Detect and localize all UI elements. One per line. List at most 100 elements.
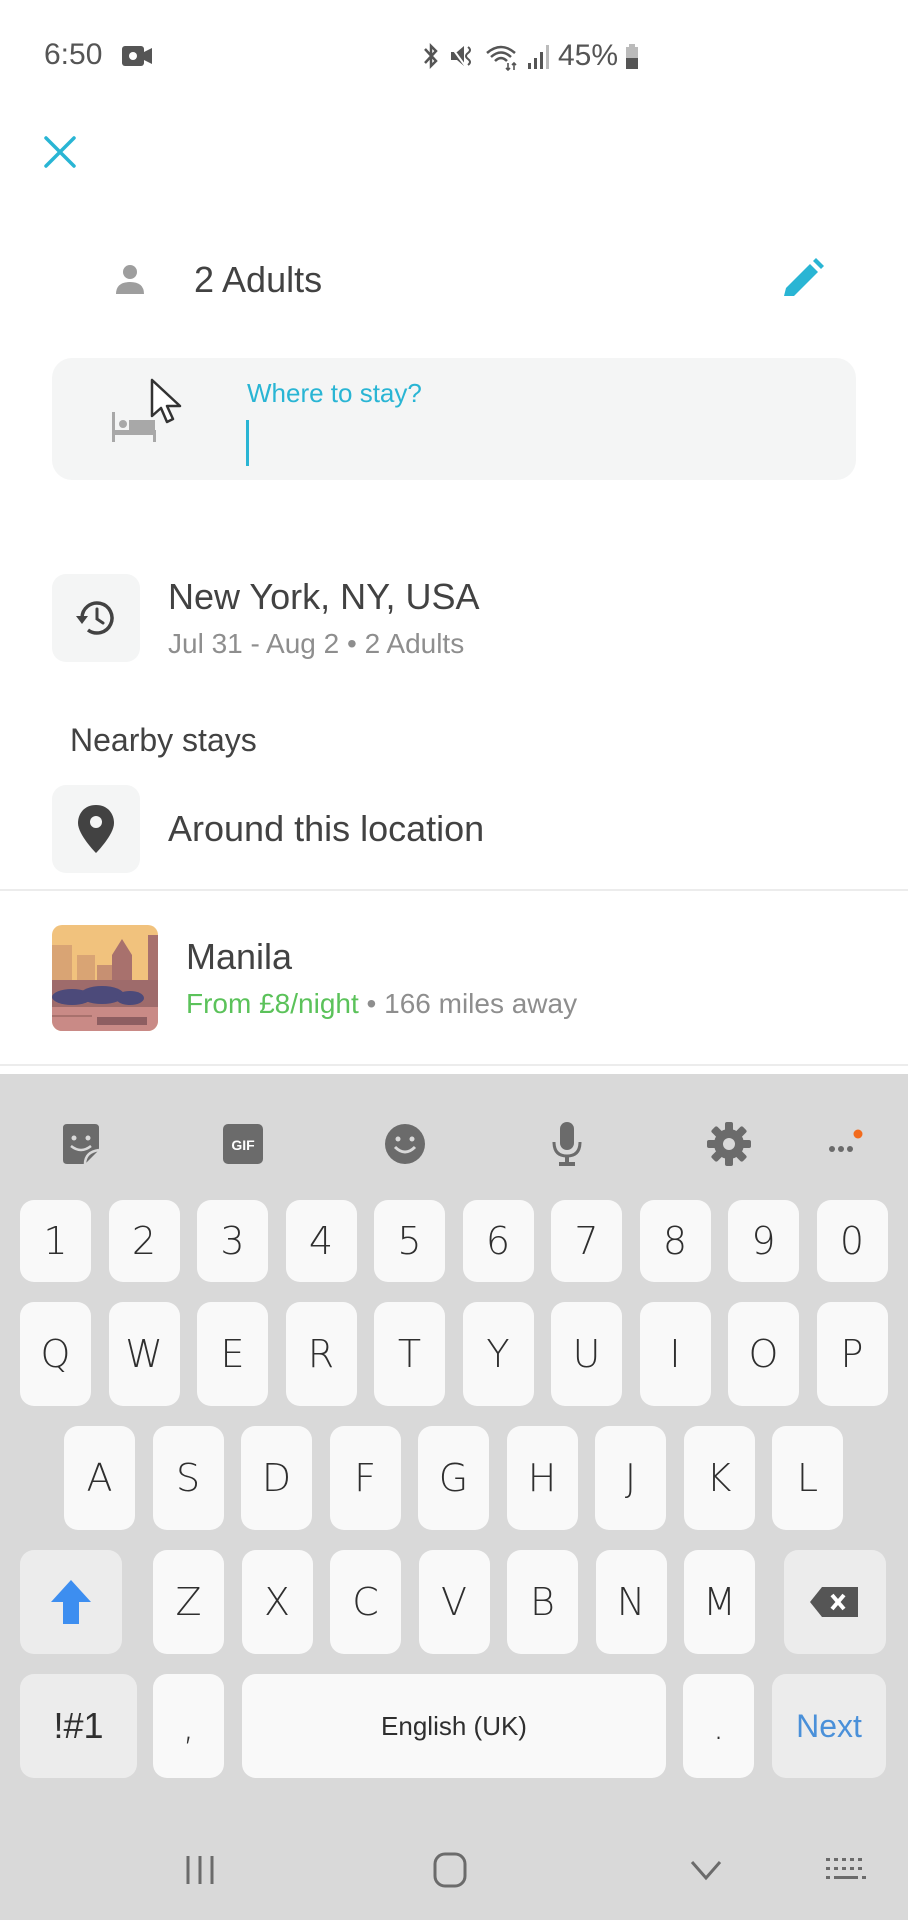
around-location-item[interactable]: Around this location [52, 785, 856, 873]
key-i[interactable]: I [639, 1302, 711, 1406]
emoji-button[interactable] [375, 1104, 435, 1184]
search-label: Where to stay? [247, 378, 422, 408]
destination-input[interactable] [242, 416, 822, 466]
keyboard-switch-button[interactable] [816, 1820, 876, 1920]
status-time: 6:50 [44, 38, 103, 71]
gif-button[interactable]: GIF [213, 1104, 273, 1184]
signal-icon [528, 45, 549, 69]
key-k[interactable]: K [683, 1426, 755, 1530]
guests-selector[interactable]: 2 Adults [110, 250, 830, 310]
guests-label: 2 Adults [194, 259, 323, 300]
shift-arrow-icon [51, 1580, 91, 1624]
key-e[interactable]: E [197, 1302, 268, 1406]
symbols-key[interactable]: !#1 [20, 1674, 137, 1778]
battery-icon [626, 44, 639, 69]
svg-text:GIF: GIF [231, 1137, 255, 1153]
recent-search-item[interactable]: New York, NY, USA Jul 31 - Aug 2 • 2 Adu… [52, 574, 856, 662]
key-n[interactable]: N [595, 1550, 667, 1654]
key-l[interactable]: L [772, 1426, 843, 1530]
divider [0, 1064, 908, 1066]
space-bar[interactable]: English (UK) [242, 1674, 666, 1778]
key-2[interactable]: 2 [108, 1200, 180, 1282]
key-4[interactable]: 4 [285, 1200, 357, 1282]
history-icon-tile [52, 574, 140, 662]
sticker-button[interactable] [51, 1104, 111, 1184]
status-icons: 45% [420, 36, 640, 76]
emoji-icon [385, 1124, 425, 1164]
key-s[interactable]: S [152, 1426, 224, 1530]
key-3[interactable]: 3 [197, 1200, 268, 1282]
more-options-icon [829, 1129, 863, 1152]
city-details: From £8/night • 166 miles away [186, 988, 577, 1020]
home-icon [433, 1852, 467, 1888]
key-p[interactable]: P [816, 1302, 888, 1406]
shift-key[interactable] [20, 1550, 122, 1654]
city-suggestion-item[interactable]: Manila From £8/night • 166 miles away [52, 925, 856, 1031]
key-u[interactable]: U [551, 1302, 622, 1406]
key-8[interactable]: 8 [639, 1200, 711, 1282]
bluetooth-icon [424, 42, 438, 70]
city-distance: 166 miles away [384, 988, 578, 1019]
person-icon [116, 265, 144, 294]
key-7[interactable]: 7 [551, 1200, 622, 1282]
key-z[interactable]: Z [153, 1550, 224, 1654]
key-c[interactable]: C [330, 1550, 401, 1654]
key-x[interactable]: X [241, 1550, 313, 1654]
microphone-icon [552, 1122, 582, 1166]
system-navigation-bar [0, 1820, 908, 1920]
key-r[interactable]: R [285, 1302, 357, 1406]
video-record-icon [122, 46, 152, 66]
key-9[interactable]: 9 [728, 1200, 799, 1282]
city-thumbnail-image [52, 925, 158, 1031]
back-icon [690, 1861, 722, 1881]
city-price: From £8/night [186, 988, 359, 1019]
next-key[interactable]: Next [772, 1674, 886, 1778]
close-icon[interactable] [40, 132, 80, 172]
key-a[interactable]: A [64, 1426, 135, 1530]
key-6[interactable]: 6 [462, 1200, 534, 1282]
key-d[interactable]: D [241, 1426, 312, 1530]
key-j[interactable]: J [595, 1426, 666, 1530]
key-y[interactable]: Y [462, 1302, 534, 1406]
keyboard-settings-button[interactable] [699, 1104, 759, 1184]
recent-apps-icon [186, 1856, 214, 1884]
key-1[interactable]: 1 [20, 1200, 91, 1282]
separator-dot: • [366, 988, 377, 1019]
location-pin-icon [78, 805, 114, 853]
history-icon [76, 601, 114, 635]
key-f[interactable]: F [329, 1426, 401, 1530]
text-caret [246, 420, 249, 466]
mute-vibrate-icon [449, 44, 471, 68]
key-m[interactable]: M [684, 1550, 755, 1654]
recent-search-details: Jul 31 - Aug 2 • 2 Adults [168, 628, 465, 659]
key-h[interactable]: H [506, 1426, 578, 1530]
key-b[interactable]: B [507, 1550, 578, 1654]
key-5[interactable]: 5 [374, 1200, 445, 1282]
recent-apps-button[interactable] [170, 1820, 230, 1920]
key-g[interactable]: G [418, 1426, 489, 1530]
battery-percent: 45% [558, 39, 619, 72]
key-o[interactable]: O [728, 1302, 799, 1406]
key-t[interactable]: T [374, 1302, 445, 1406]
key-w[interactable]: W [108, 1302, 180, 1406]
around-location-label: Around this location [168, 808, 485, 849]
back-button[interactable] [676, 1820, 736, 1920]
key-q[interactable]: Q [20, 1302, 91, 1406]
key-0[interactable]: 0 [816, 1200, 888, 1282]
comma-key[interactable]: , [153, 1674, 224, 1778]
backspace-icon [810, 1587, 858, 1617]
period-key[interactable]: . [683, 1674, 754, 1778]
backspace-key[interactable] [784, 1550, 886, 1654]
mouse-pointer-icon [150, 378, 182, 424]
status-bar: 6:50 45% [0, 0, 908, 110]
home-button[interactable] [420, 1820, 480, 1920]
sticker-icon [63, 1124, 100, 1165]
pencil-icon[interactable] [774, 252, 830, 308]
on-screen-keyboard: GIF 1234567890 QWERTYUIOP ASDFGHJKL ZXCVBNM… [0, 1074, 908, 1920]
key-v[interactable]: V [418, 1550, 490, 1654]
keyboard-switch-icon [826, 1858, 866, 1879]
wifi-icon [486, 45, 517, 71]
more-options-button[interactable] [818, 1104, 878, 1184]
voice-input-button[interactable] [537, 1104, 597, 1184]
location-icon-tile [52, 785, 140, 873]
